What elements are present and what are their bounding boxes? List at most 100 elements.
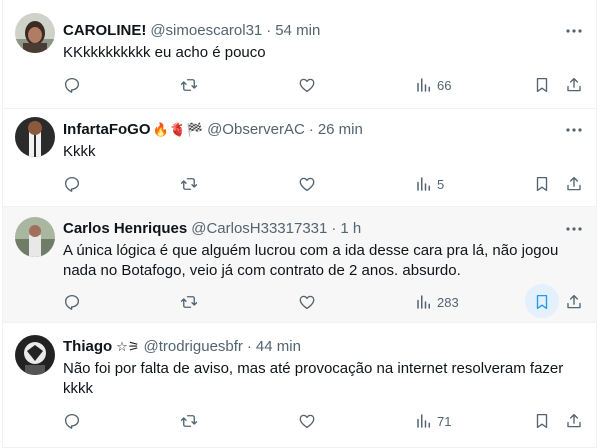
- retweet-icon: [180, 296, 198, 308]
- views-count: 71: [437, 413, 452, 429]
- reply-tweet[interactable]: Thiago ☆⚞ @trodriguesbfr · 44 min Não fo…: [3, 323, 596, 448]
- share-icon: [567, 413, 581, 428]
- retweet-button[interactable]: [180, 292, 198, 312]
- more-dots-icon: [566, 227, 582, 231]
- reply-header: Thiago ☆⚞ @trodriguesbfr · 44 min: [63, 337, 584, 357]
- reply-tweet[interactable]: InfartaFoGO 🔥 🫀 🏁 @ObserverAC · 26 min K…: [3, 109, 596, 207]
- views-count: 66: [437, 77, 452, 93]
- more-dots-icon: [566, 128, 582, 132]
- display-name[interactable]: CAROLINE!: [63, 21, 146, 41]
- like-button[interactable]: [298, 411, 316, 431]
- heart-icon: [299, 295, 315, 310]
- bookmark-icon: [536, 77, 548, 93]
- retweet-button[interactable]: [180, 411, 198, 431]
- user-handle[interactable]: @ObserverAC: [207, 120, 305, 140]
- views-button[interactable]: 71: [415, 411, 451, 431]
- heart-emoji: 🫀: [169, 122, 186, 137]
- timestamp[interactable]: 54 min: [275, 21, 320, 41]
- column-border-right: [596, 0, 597, 448]
- more-options-button[interactable]: [564, 219, 584, 239]
- views-button[interactable]: 5: [415, 174, 444, 194]
- retweet-button[interactable]: [180, 75, 198, 95]
- display-name[interactable]: InfartaFoGO: [63, 120, 151, 140]
- like-button[interactable]: [298, 174, 316, 194]
- heart-icon: [299, 177, 315, 192]
- bookmark-button[interactable]: [533, 411, 551, 431]
- reply-content: Carlos Henriques @CarlosH33317331 · 1 h …: [63, 219, 584, 281]
- views-button[interactable]: 283: [415, 292, 459, 312]
- reply-content: CAROLINE! @simoescarol31 · 54 min KKkkkk…: [63, 21, 584, 63]
- reply-text: Não foi por falta de aviso, mas até prov…: [63, 360, 564, 397]
- like-button[interactable]: [298, 292, 316, 312]
- separator: ·: [266, 22, 272, 39]
- reply-button[interactable]: [63, 292, 81, 312]
- bookmark-button[interactable]: [525, 284, 559, 318]
- name-emojis: 🔥 🫀 🏁: [153, 122, 204, 138]
- reply-button[interactable]: [63, 411, 81, 431]
- views-chart-icon: [417, 177, 430, 191]
- more-options-button[interactable]: [564, 120, 584, 140]
- views-chart-icon: [417, 414, 430, 428]
- user-handle[interactable]: @simoescarol31: [150, 21, 262, 41]
- bookmark-button[interactable]: [533, 75, 551, 95]
- share-button[interactable]: [565, 174, 583, 194]
- reply-tweet[interactable]: Carlos Henriques @CarlosH33317331 · 1 h …: [3, 207, 596, 323]
- heart-icon: [299, 78, 315, 93]
- share-button[interactable]: [565, 411, 583, 431]
- avatar[interactable]: [15, 217, 55, 257]
- reply-icon: [64, 413, 80, 429]
- timestamp[interactable]: 26 min: [318, 120, 363, 140]
- share-button[interactable]: [565, 292, 583, 312]
- reply-icon: [64, 176, 80, 192]
- views-button[interactable]: 66: [415, 75, 451, 95]
- action-bar: 66: [63, 75, 586, 95]
- more-options-button[interactable]: [564, 21, 584, 41]
- reply-header: CAROLINE! @simoescarol31 · 54 min: [63, 21, 584, 41]
- bookmark-icon: [536, 294, 548, 310]
- retweet-icon: [180, 178, 198, 190]
- reply-text: A única lógica é que alguém lucrou com a…: [63, 242, 559, 279]
- views-count: 5: [437, 176, 445, 192]
- like-button[interactable]: [298, 75, 316, 95]
- action-bar: 5: [63, 174, 586, 194]
- views-chart-icon: [417, 295, 430, 309]
- timestamp[interactable]: 1 h: [340, 219, 361, 239]
- star-symbol: ☆⚞: [116, 339, 140, 354]
- share-icon: [567, 77, 581, 92]
- action-bar: 71: [63, 411, 586, 431]
- more-dots-icon: [566, 29, 582, 33]
- avatar[interactable]: [15, 335, 55, 375]
- bookmark-icon: [536, 413, 548, 429]
- replies-feed: CAROLINE! @simoescarol31 · 54 min KKkkkk…: [0, 0, 600, 448]
- reply-tweet[interactable]: CAROLINE! @simoescarol31 · 54 min KKkkkk…: [3, 0, 596, 109]
- share-icon: [567, 294, 581, 309]
- fire-emoji: 🔥: [152, 122, 169, 137]
- avatar[interactable]: [15, 13, 55, 53]
- retweet-button[interactable]: [180, 174, 198, 194]
- bookmark-icon: [536, 176, 548, 192]
- heart-icon: [299, 414, 315, 429]
- views-count: 283: [437, 294, 459, 310]
- display-name[interactable]: Thiago: [63, 337, 112, 357]
- separator: ·: [331, 220, 337, 237]
- action-bar: 283: [63, 284, 586, 318]
- share-icon: [567, 176, 581, 191]
- share-button[interactable]: [565, 75, 583, 95]
- separator: ·: [308, 121, 314, 138]
- reply-header: Carlos Henriques @CarlosH33317331 · 1 h: [63, 219, 584, 239]
- timestamp[interactable]: 44 min: [256, 337, 301, 357]
- name-symbols: ☆⚞: [114, 339, 139, 355]
- reply-button[interactable]: [63, 174, 81, 194]
- reply-content: Thiago ☆⚞ @trodriguesbfr · 44 min Não fo…: [63, 337, 584, 399]
- reply-text: KKkkkkkkkkk eu acho é pouco: [63, 44, 266, 61]
- bookmark-button[interactable]: [533, 174, 551, 194]
- display-name[interactable]: Carlos Henriques: [63, 219, 187, 239]
- user-handle[interactable]: @CarlosH33317331: [191, 219, 327, 239]
- avatar[interactable]: [15, 117, 55, 157]
- retweet-icon: [180, 415, 198, 427]
- reply-button[interactable]: [63, 75, 81, 95]
- user-handle[interactable]: @trodriguesbfr: [143, 337, 242, 357]
- checkered-flag-emoji: 🏁: [186, 122, 204, 137]
- separator: ·: [246, 338, 252, 355]
- reply-text: Kkkk: [63, 143, 96, 160]
